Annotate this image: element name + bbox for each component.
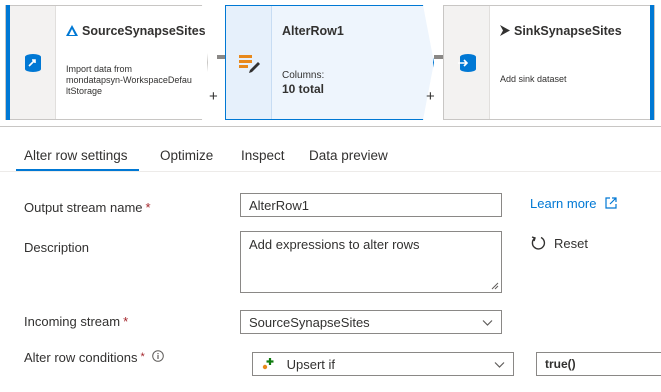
- alter-row-node[interactable]: AlterRow1 Columns: 10 total: [225, 5, 434, 120]
- tab-data-preview[interactable]: Data preview: [309, 148, 388, 163]
- incoming-stream-select[interactable]: SourceSynapseSites: [240, 310, 502, 334]
- chevron-down-icon: [482, 320, 493, 326]
- settings-tabs: Alter row settings Optimize Inspect Data…: [0, 128, 661, 172]
- dataflow-canvas: SourceSynapseSites Import data from mond…: [0, 0, 661, 127]
- node-icon-column: [226, 6, 272, 119]
- tab-inspect[interactable]: Inspect: [241, 148, 285, 163]
- reset-icon: [531, 236, 546, 250]
- external-link-icon: [605, 197, 617, 209]
- node-icon-column: [10, 6, 56, 119]
- reset-button[interactable]: Reset: [531, 235, 588, 251]
- add-transform-button[interactable]: +: [426, 88, 435, 105]
- incoming-stream-label: Incoming stream *: [24, 314, 129, 329]
- condition-expression-input[interactable]: true(): [536, 352, 661, 376]
- alter-node-title: AlterRow1: [282, 24, 344, 38]
- alter-columns-label: Columns:: [282, 70, 325, 81]
- alter-row-form: Output stream name* Learn more Descripti…: [0, 172, 661, 392]
- upsert-icon: [262, 358, 274, 370]
- output-stream-input[interactable]: [240, 193, 502, 217]
- add-transform-button[interactable]: +: [209, 88, 218, 105]
- source-node-title: SourceSynapseSites: [66, 24, 206, 38]
- dataset-sink-icon: [457, 53, 476, 72]
- resize-grip-icon[interactable]: [491, 282, 499, 290]
- alter-columns-value: 10 total: [282, 82, 325, 96]
- description-label: Description: [24, 240, 90, 255]
- alter-row-icon: [238, 54, 260, 73]
- node-accent-bar: [650, 5, 654, 120]
- node-icon-column: [444, 6, 490, 119]
- output-stream-label: Output stream name *: [24, 200, 151, 215]
- source-node-description: Import data from mondatapsyn-WorkspaceDe…: [66, 64, 192, 96]
- active-tab-indicator: [16, 169, 139, 171]
- alter-conditions-label: Alter row conditions *: [24, 350, 165, 365]
- tab-optimize[interactable]: Optimize: [160, 148, 213, 163]
- synapse-icon: [500, 25, 510, 36]
- settings-panel: Alter row settings Optimize Inspect Data…: [0, 128, 661, 392]
- learn-more-link[interactable]: Learn more: [530, 196, 617, 211]
- synapse-icon: [66, 25, 78, 36]
- chevron-down-icon: [494, 362, 505, 368]
- condition-type-select[interactable]: Upsert if: [252, 352, 514, 376]
- sink-node-description: Add sink dataset: [500, 74, 567, 84]
- sink-node[interactable]: SinkSynapseSites Add sink dataset: [443, 5, 655, 120]
- dataset-source-icon: [24, 53, 41, 72]
- description-textarea[interactable]: Add expressions to alter rows: [240, 231, 502, 293]
- tab-alter-row-settings[interactable]: Alter row settings: [24, 148, 128, 163]
- sink-node-title: SinkSynapseSites: [500, 24, 622, 38]
- info-icon[interactable]: [152, 350, 165, 362]
- source-node[interactable]: SourceSynapseSites Import data from mond…: [5, 5, 208, 120]
